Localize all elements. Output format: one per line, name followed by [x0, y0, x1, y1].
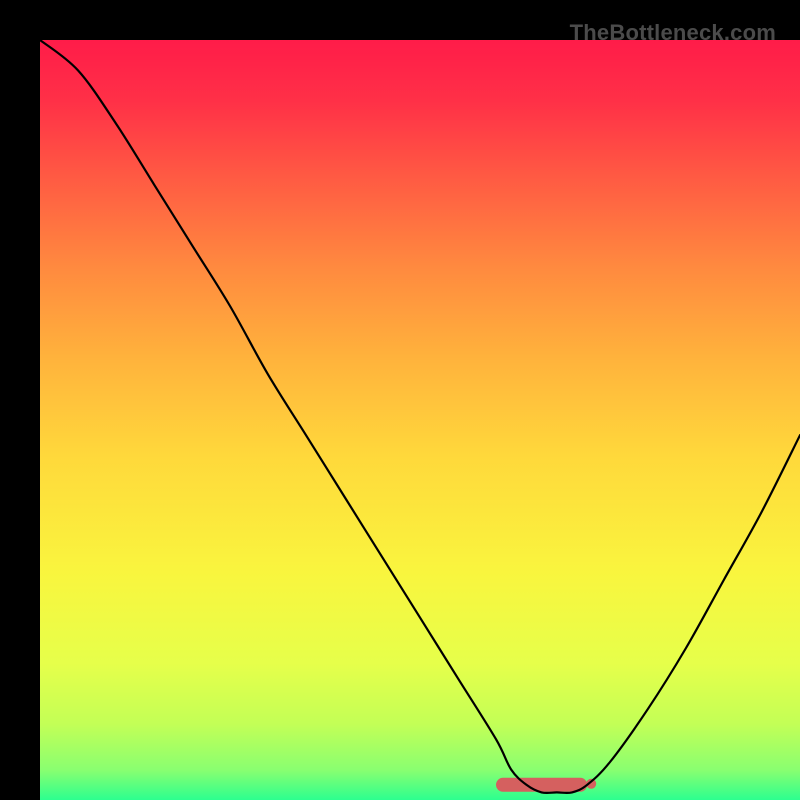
chart-svg: [40, 40, 800, 800]
chart-frame: TheBottleneck.com: [0, 0, 800, 800]
chart-plot-area: [40, 40, 800, 800]
watermark-label: TheBottleneck.com: [570, 20, 776, 46]
optimal-band: [496, 778, 587, 792]
